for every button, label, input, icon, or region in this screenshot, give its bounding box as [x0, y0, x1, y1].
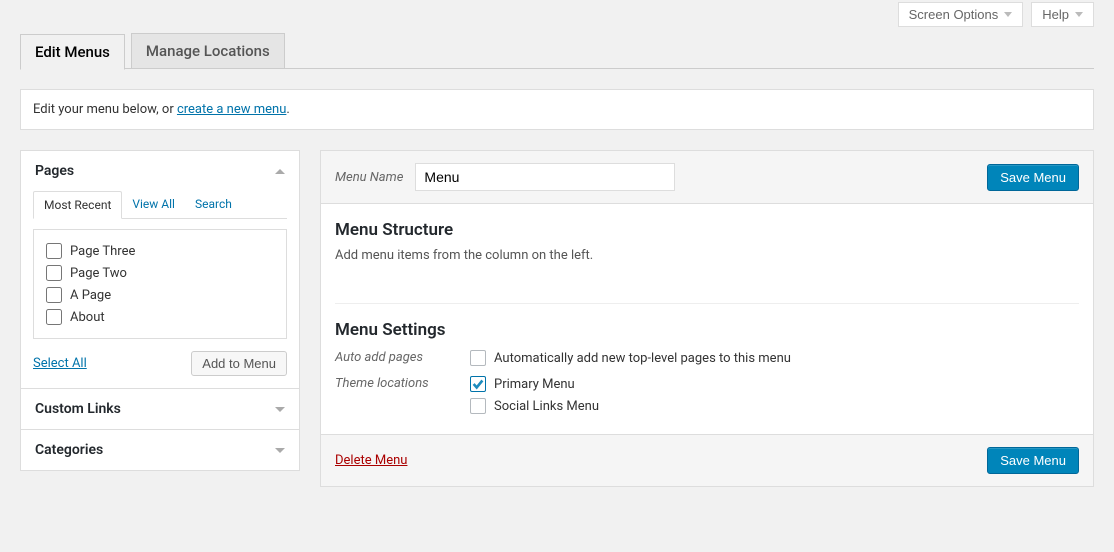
- page-checkbox[interactable]: [46, 287, 62, 303]
- accordion-pages-toggle[interactable]: Pages: [21, 151, 299, 191]
- theme-locations-label: Theme locations: [335, 376, 470, 391]
- page-label: Page Two: [70, 266, 127, 281]
- page-item[interactable]: About: [46, 306, 274, 328]
- accordion-categories-title: Categories: [35, 442, 103, 458]
- add-to-menu-button[interactable]: Add to Menu: [191, 351, 287, 376]
- tab-edit-menus[interactable]: Edit Menus: [20, 34, 125, 70]
- location-primary-text: Primary Menu: [494, 377, 575, 392]
- menu-name-input[interactable]: [415, 163, 675, 191]
- accordion-custom-links-title: Custom Links: [35, 401, 121, 417]
- triangle-down-icon: [275, 448, 285, 453]
- select-all-link[interactable]: Select All: [33, 356, 87, 371]
- page-checkbox[interactable]: [46, 243, 62, 259]
- help-label: Help: [1042, 7, 1069, 22]
- auto-add-checkbox[interactable]: [470, 350, 486, 366]
- location-social-text: Social Links Menu: [494, 399, 599, 414]
- pages-tab-search[interactable]: Search: [185, 191, 242, 219]
- screen-options-button[interactable]: Screen Options: [898, 2, 1024, 27]
- auto-add-option[interactable]: Automatically add new top-level pages to…: [470, 350, 791, 366]
- notice-prefix: Edit your menu below, or: [33, 102, 177, 117]
- save-menu-button-top[interactable]: Save Menu: [987, 164, 1079, 191]
- menu-notice: Edit your menu below, or create a new me…: [20, 89, 1094, 130]
- page-label: Page Three: [70, 244, 135, 259]
- page-item[interactable]: A Page: [46, 284, 274, 306]
- page-checkbox[interactable]: [46, 309, 62, 325]
- location-primary-checkbox[interactable]: [470, 376, 486, 392]
- delete-menu-link[interactable]: Delete Menu: [335, 453, 407, 468]
- nav-tabs: Edit Menus Manage Locations: [20, 33, 1094, 69]
- location-social-option[interactable]: Social Links Menu: [470, 398, 599, 414]
- menu-name-label: Menu Name: [335, 170, 403, 185]
- menu-structure-hint: Add menu items from the column on the le…: [335, 248, 1079, 263]
- page-item[interactable]: Page Two: [46, 262, 274, 284]
- page-item[interactable]: Page Three: [46, 240, 274, 262]
- page-label: A Page: [70, 288, 111, 303]
- accordion-categories-toggle[interactable]: Categories: [21, 430, 299, 470]
- tab-manage-locations[interactable]: Manage Locations: [131, 33, 285, 68]
- pages-tab-view-all[interactable]: View All: [122, 191, 185, 219]
- menu-settings-heading: Menu Settings: [335, 320, 1079, 340]
- accordion-pages-title: Pages: [35, 163, 74, 179]
- page-checkbox[interactable]: [46, 265, 62, 281]
- location-social-checkbox[interactable]: [470, 398, 486, 414]
- save-menu-button-bottom[interactable]: Save Menu: [987, 447, 1079, 474]
- auto-add-option-text: Automatically add new top-level pages to…: [494, 351, 791, 366]
- triangle-up-icon: [275, 169, 285, 174]
- auto-add-label: Auto add pages: [335, 350, 470, 365]
- caret-down-icon: [1004, 12, 1012, 17]
- create-menu-link[interactable]: create a new menu: [177, 102, 286, 117]
- page-label: About: [70, 310, 105, 325]
- location-primary-option[interactable]: Primary Menu: [470, 376, 599, 392]
- help-button[interactable]: Help: [1031, 2, 1094, 27]
- caret-down-icon: [1075, 12, 1083, 17]
- menu-structure-heading: Menu Structure: [335, 220, 1079, 240]
- pages-tab-recent[interactable]: Most Recent: [33, 191, 122, 219]
- accordion-custom-links-toggle[interactable]: Custom Links: [21, 389, 299, 429]
- screen-options-label: Screen Options: [909, 7, 999, 22]
- triangle-down-icon: [275, 407, 285, 412]
- notice-suffix: .: [286, 102, 289, 117]
